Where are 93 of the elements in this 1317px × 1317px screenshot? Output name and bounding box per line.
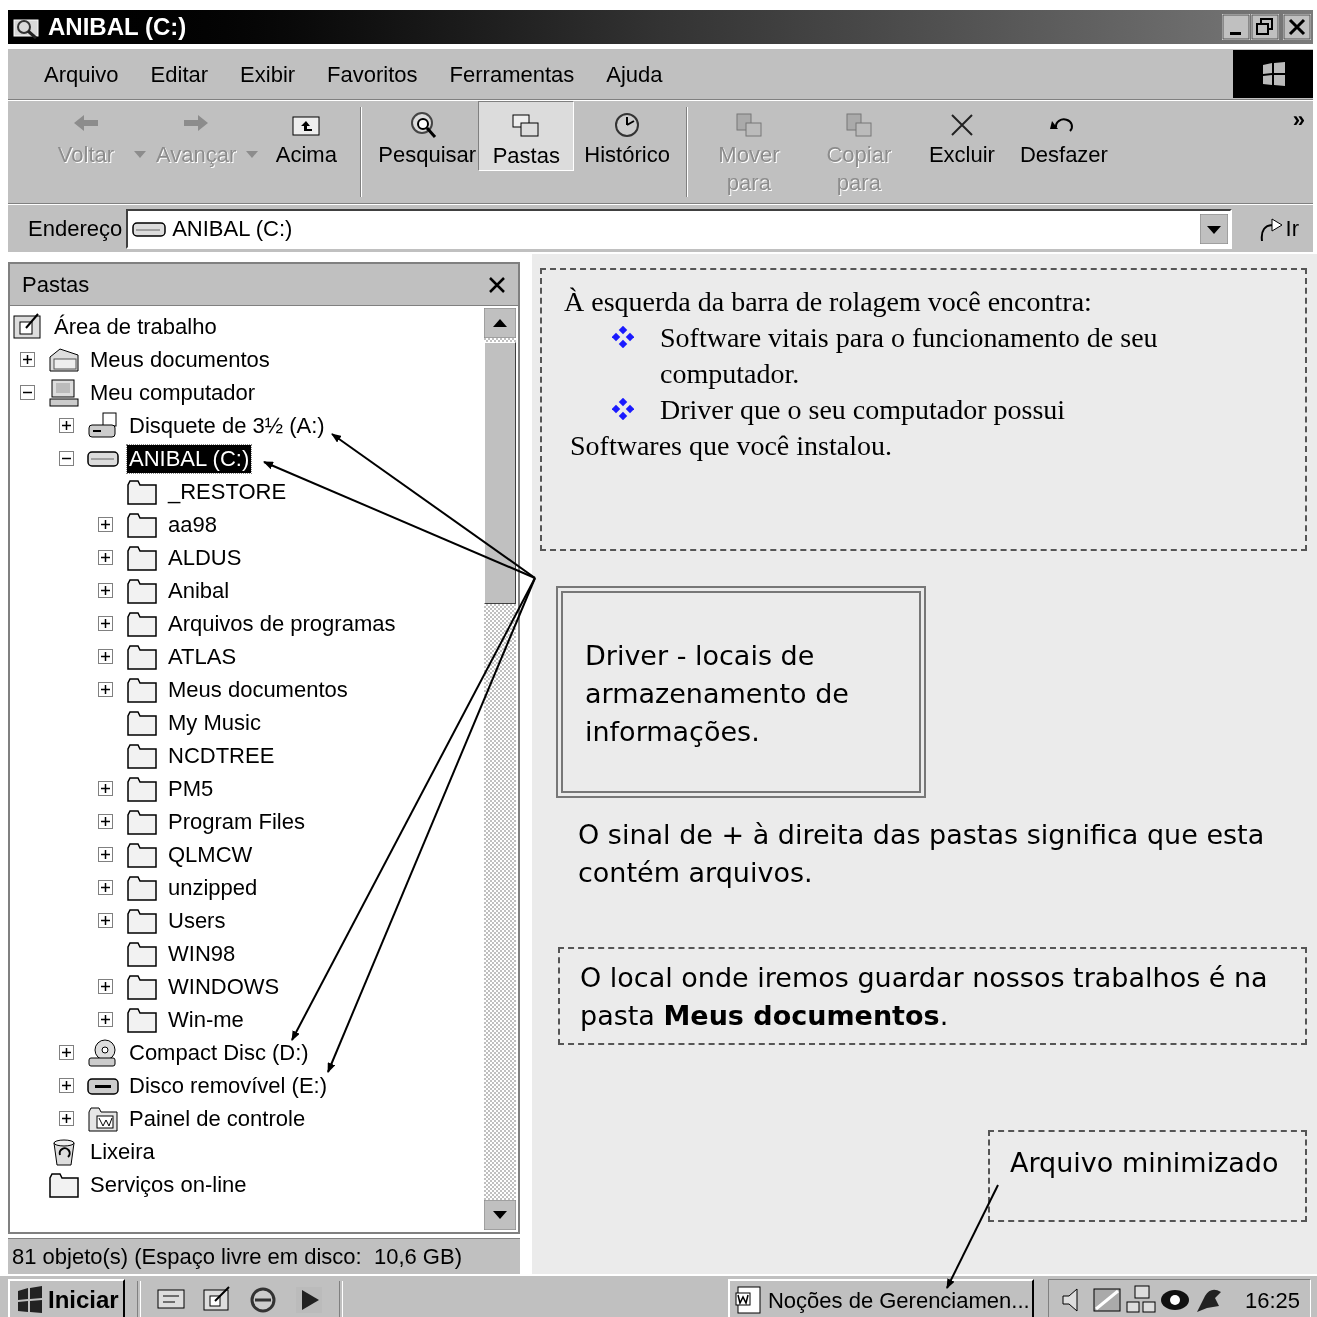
pane-title: Pastas: [22, 271, 91, 299]
callout-text: Softwares que você instalou.: [569, 429, 893, 463]
tree-item[interactable]: NCDTREE: [166, 741, 277, 770]
document-icon: [733, 1285, 764, 1315]
tree-item[interactable]: WIN98: [166, 939, 238, 968]
start-button[interactable]: Iniciar: [8, 1279, 125, 1317]
tree-item[interactable]: Program Files: [166, 807, 307, 836]
tree-item[interactable]: WINDOWS: [166, 972, 282, 1001]
tree-item[interactable]: Compact Disc (D:): [127, 1038, 311, 1067]
menu-item[interactable]: Arquivo: [44, 57, 119, 91]
tree-item[interactable]: aa98: [166, 510, 219, 539]
restore-button[interactable]: [1251, 14, 1279, 40]
tree-item[interactable]: ALDUS: [166, 543, 244, 572]
expand-icon[interactable]: [59, 1078, 74, 1093]
collapse-icon[interactable]: [20, 385, 35, 400]
taskbar-button[interactable]: Noções de Gerenciamen...: [727, 1279, 1034, 1317]
network-icon[interactable]: [1124, 1284, 1157, 1316]
tree-item[interactable]: Serviços on-line: [88, 1170, 249, 1199]
address-field[interactable]: ANIBAL (C:): [126, 208, 1232, 249]
overflow-chevron[interactable]: »: [1292, 103, 1305, 136]
expand-icon[interactable]: [98, 550, 113, 565]
tree-item[interactable]: My Music: [166, 708, 263, 737]
tree-item[interactable]: unzipped: [166, 873, 260, 902]
minimize-button[interactable]: [1222, 14, 1250, 40]
dropdown-arrow-icon[interactable]: [1199, 213, 1228, 244]
bullet-text: Software vitais para o funcionamento de seu computador.: [660, 321, 1159, 391]
expand-icon[interactable]: [98, 517, 113, 532]
status-text: 81 objeto(s) (Espaço livre em disco: 10,6 GB): [12, 1243, 462, 1271]
tree-item[interactable]: ANIBAL (C:): [127, 444, 252, 473]
scroll-thumb[interactable]: [484, 342, 516, 604]
expand-icon[interactable]: [98, 616, 113, 631]
window-title: ANIBAL (C:): [48, 15, 187, 39]
bullet-text: Driver que o seu computador possui: [660, 393, 1066, 427]
callout-text: O local onde iremos guardar nossos trabalhos é na pasta Meus documentos.: [580, 961, 1269, 1033]
expand-icon[interactable]: [59, 1045, 74, 1060]
floppy-drive-icon: [87, 410, 119, 441]
tree-item[interactable]: _RESTORE: [166, 477, 289, 506]
close-icon[interactable]: [488, 275, 506, 294]
up-button[interactable]: Acima: [258, 101, 355, 169]
expand-icon[interactable]: [59, 1111, 74, 1126]
search-button[interactable]: Pesquisar: [368, 101, 479, 169]
tree-item[interactable]: Disco removível (E:): [127, 1071, 330, 1100]
tree-item[interactable]: Área de trabalho: [52, 312, 219, 341]
scrollbar[interactable]: [484, 308, 516, 1230]
expand-icon[interactable]: [98, 847, 113, 862]
tree-item[interactable]: ATLAS: [166, 642, 239, 671]
collapse-icon[interactable]: [59, 451, 74, 466]
menu-item[interactable]: Exibir: [240, 57, 296, 91]
undo-button[interactable]: Desfazer: [1009, 101, 1118, 169]
callout-text: Driver - locais de armazenamento de informações.: [585, 639, 850, 749]
tree-item[interactable]: Disquete de 3½ (A:): [127, 411, 327, 440]
scroll-up-icon[interactable]: [484, 308, 516, 338]
tree-item[interactable]: Meus documentos: [166, 675, 350, 704]
tree-item[interactable]: Painel de controle: [127, 1104, 308, 1133]
delete-button[interactable]: Excluir: [913, 101, 1010, 169]
tree-item[interactable]: Lixeira: [88, 1137, 157, 1166]
expand-icon[interactable]: [98, 649, 113, 664]
expand-icon[interactable]: [98, 781, 113, 796]
tree-item[interactable]: Arquivos de programas: [166, 609, 398, 638]
expand-icon[interactable]: [98, 1012, 113, 1027]
clock: 16:25: [1244, 1286, 1300, 1315]
menu-item[interactable]: Ferramentas: [449, 57, 575, 91]
diamond-bullet-icon: [612, 326, 634, 348]
expand-icon[interactable]: [98, 583, 113, 598]
expand-icon[interactable]: [20, 352, 35, 367]
cd-drive-icon: [87, 1037, 119, 1068]
address-label: Endereço: [28, 215, 123, 243]
tree-item[interactable]: Meu computador: [88, 378, 258, 407]
tree-item[interactable]: Users: [166, 906, 228, 935]
menu-item[interactable]: Ajuda: [606, 57, 663, 91]
close-button[interactable]: [1283, 14, 1311, 40]
scroll-down-icon[interactable]: [484, 1200, 516, 1230]
tree-item[interactable]: Meus documentos: [88, 345, 272, 374]
history-button[interactable]: Histórico: [574, 101, 680, 169]
expand-icon[interactable]: [59, 418, 74, 433]
expand-icon[interactable]: [98, 979, 113, 994]
menu-item[interactable]: Favoritos: [327, 57, 418, 91]
computer-icon: [48, 377, 80, 408]
tree-item[interactable]: QLMCW: [166, 840, 255, 869]
diamond-bullet-icon: [612, 398, 634, 420]
tree-item[interactable]: Win-me: [166, 1005, 246, 1034]
expand-icon[interactable]: [98, 682, 113, 697]
tree-item[interactable]: Anibal: [166, 576, 232, 605]
tree-item[interactable]: PM5: [166, 774, 216, 803]
callout-text: O sinal de + à direita das pastas significa que esta contém arquivos.: [578, 818, 1266, 890]
go-button[interactable]: Ir: [1251, 212, 1303, 245]
folders-button[interactable]: Pastas: [478, 101, 575, 171]
menu-item[interactable]: Editar: [150, 57, 209, 91]
callout-text: Arquivo minimizado: [1010, 1146, 1280, 1180]
expand-icon[interactable]: [98, 880, 113, 895]
expand-icon[interactable]: [98, 913, 113, 928]
expand-icon[interactable]: [98, 814, 113, 829]
callout-text: À esquerda da barra de rolagem você encontra:: [564, 285, 1093, 319]
